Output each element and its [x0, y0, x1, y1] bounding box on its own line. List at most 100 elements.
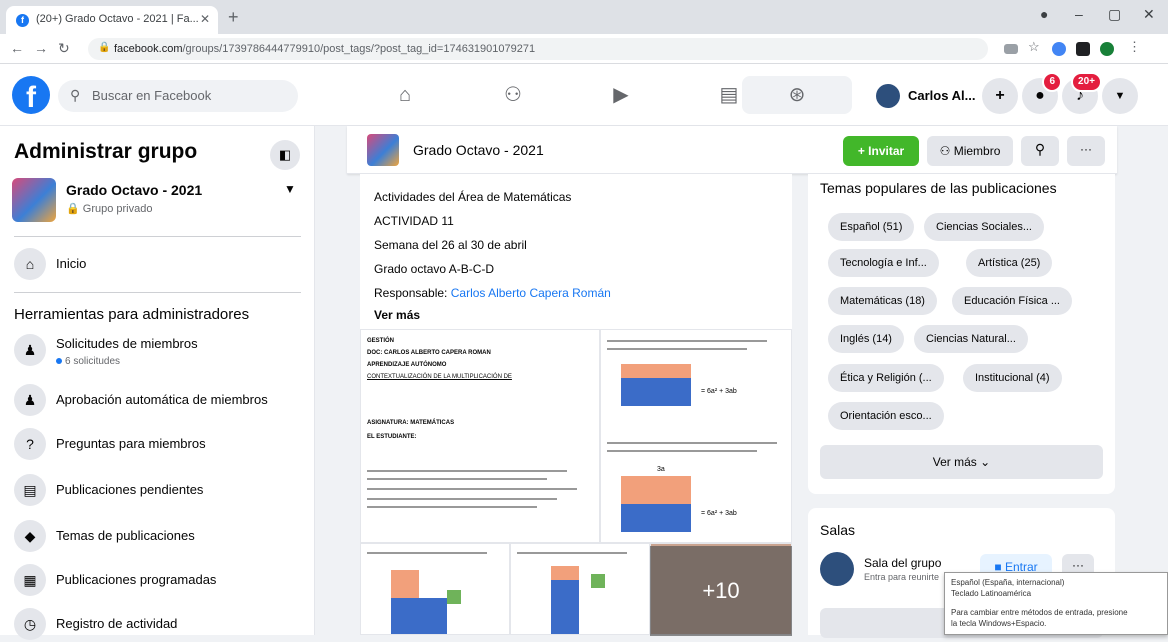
clock-icon: ◷ — [14, 608, 46, 640]
photo-worksheet-2[interactable]: = 6a² + 3ab 3a = 6a² + 3ab — [600, 329, 792, 543]
home-icon[interactable]: ⌂ — [350, 76, 460, 114]
tooltip-line: Para cambiar entre métodos de entrada, p… — [951, 608, 1128, 617]
back-icon[interactable]: ← — [10, 40, 24, 56]
avatar-icon[interactable] — [1100, 42, 1114, 56]
messenger-badge: 6 — [1042, 72, 1062, 92]
sidebar-title: Administrar grupo — [14, 140, 198, 163]
facebook-logo-icon[interactable]: f — [12, 76, 50, 114]
groups-icon[interactable]: ⊛ — [742, 76, 852, 114]
room-avatar — [820, 552, 854, 586]
reload-icon[interactable]: ↻ — [58, 40, 70, 57]
sidebar-item-auto-approval[interactable]: ♟ Aprobación automática de miembros — [14, 382, 304, 418]
doc-text: DOC: CARLOS ALBERTO CAPERA ROMAN — [367, 350, 491, 356]
more-photos-overlay[interactable]: +10 — [650, 546, 792, 636]
watch-icon[interactable]: ▶ — [566, 76, 676, 114]
room-subtitle: Entra para reunirte — [864, 572, 940, 582]
responsable-label: Responsable: — [374, 286, 448, 300]
dot-icon — [56, 358, 62, 364]
photo-worksheet-3[interactable] — [360, 543, 510, 635]
topic-chip[interactable]: Inglés (14) — [828, 325, 904, 353]
person-check-icon: ♟ — [14, 384, 46, 416]
topic-chip[interactable]: Orientación esco... — [828, 402, 944, 430]
close-window-icon[interactable]: ✕ — [1143, 6, 1155, 23]
post-photos: GESTIÓN DOC: CARLOS ALBERTO CAPERA ROMAN… — [360, 329, 792, 636]
search-input[interactable]: ⚲ Buscar en Facebook — [58, 80, 298, 112]
photo-worksheet-4[interactable] — [510, 543, 650, 635]
topic-chip[interactable]: Institucional (4) — [963, 364, 1062, 392]
topic-chip[interactable]: Educación Física ... — [952, 287, 1072, 315]
text-line — [607, 450, 757, 452]
browser-tab-bar: f (20+) Grado Octavo - 2021 | Fa... ✕ + … — [0, 0, 1168, 34]
notifications-icon[interactable]: ♪ 20+ — [1062, 72, 1102, 114]
sidebar-item-member-requests[interactable]: ♟ Solicitudes de miembros 6 solicitudes — [14, 332, 304, 368]
new-tab-icon[interactable]: + — [228, 7, 239, 28]
extension-icon[interactable] — [1052, 42, 1066, 56]
invite-button[interactable]: + Invitar — [843, 136, 919, 166]
search-group-icon[interactable]: ⚲ — [1021, 136, 1059, 166]
sidebar-item-label: Registro de actividad — [56, 616, 178, 631]
post-line: Semana del 26 al 30 de abril — [374, 238, 527, 252]
sidebar-item-pending-posts[interactable]: ▤ Publicaciones pendientes — [14, 472, 304, 508]
profile-button[interactable]: Carlos Al... — [868, 80, 985, 112]
doc-text: ASIGNATURA: MATEMÁTICAS — [367, 420, 455, 426]
tooltip-line — [951, 599, 1161, 607]
topic-chip[interactable]: Artística (25) — [966, 249, 1053, 277]
minimize-icon[interactable]: – — [1075, 6, 1083, 22]
facebook-top-bar: f ⚲ Buscar en Facebook ⌂ ⚇ ▶ ▤ ⊛ Carlos … — [0, 64, 1168, 126]
sidebar-item-label: Publicaciones pendientes — [56, 482, 204, 497]
sidebar-item-label: Solicitudes de miembros — [56, 336, 198, 351]
close-tab-icon[interactable]: ✕ — [200, 12, 210, 26]
topic-chip[interactable]: Ciencias Natural... — [914, 325, 1028, 353]
messenger-icon[interactable]: ● 6 — [1022, 72, 1062, 114]
group-header-name[interactable]: Grado Octavo - 2021 — [413, 142, 544, 158]
url-host: facebook.com — [114, 43, 183, 55]
text-line — [367, 470, 567, 472]
topic-chip[interactable]: Español (51) — [828, 213, 915, 241]
sidebar-collapse-icon[interactable]: ◧ — [270, 140, 300, 170]
browser-tab[interactable]: f (20+) Grado Octavo - 2021 | Fa... ✕ — [6, 6, 218, 34]
group-thumbnail[interactable] — [12, 178, 56, 222]
request-count: 6 solicitudes — [56, 356, 120, 367]
sidebar-item-post-topics[interactable]: ◆ Temas de publicaciones — [14, 518, 304, 554]
maximize-icon[interactable]: ▢ — [1108, 6, 1121, 23]
dimension-label: 3a — [657, 466, 665, 473]
topic-chip[interactable]: Matemáticas (18) — [828, 287, 937, 315]
topic-chip[interactable]: Tecnología e Inf... — [828, 249, 939, 277]
url-path: /groups/1739786444779910/post_tags/?post… — [182, 43, 536, 55]
puzzle-icon[interactable] — [1076, 42, 1090, 56]
group-thumbnail[interactable] — [367, 134, 399, 166]
topic-chip[interactable]: Ciencias Sociales... — [924, 213, 1044, 241]
photo-worksheet-1[interactable]: GESTIÓN DOC: CARLOS ALBERTO CAPERA ROMAN… — [360, 329, 600, 543]
member-button[interactable]: ⚇ Miembro — [927, 136, 1013, 166]
responsable-link[interactable]: Carlos Alberto Capera Román — [451, 286, 611, 300]
see-more-link[interactable]: Ver más — [374, 308, 420, 322]
sidebar-item-member-questions[interactable]: ? Preguntas para miembros — [14, 426, 304, 462]
forward-icon[interactable]: → — [34, 40, 48, 56]
sidebar-item-scheduled-posts[interactable]: ▦ Publicaciones programadas — [14, 562, 304, 598]
url-field[interactable]: 🔒 facebook.com/groups/1739786444779910/p… — [88, 38, 988, 60]
post-card: Actividades del Área de Matemáticas ACTI… — [360, 174, 792, 636]
sidebar-item-label: Aprobación automática de miembros — [56, 392, 268, 407]
sidebar-item-activity-log[interactable]: ◷ Registro de actividad — [14, 606, 304, 642]
create-icon[interactable]: + — [982, 78, 1018, 114]
caret-down-icon[interactable]: ▼ — [284, 182, 296, 196]
menu-dots-icon[interactable]: ⋮ — [1128, 39, 1142, 54]
group-name[interactable]: Grado Octavo - 2021 — [66, 182, 202, 198]
profile-circle-icon[interactable]: ● — [1040, 6, 1048, 22]
key-icon[interactable] — [1004, 44, 1018, 54]
sidebar-item-inicio[interactable]: ⌂ Inicio — [14, 246, 304, 282]
friends-icon[interactable]: ⚇ — [458, 76, 568, 114]
star-icon[interactable]: ☆ — [1028, 39, 1042, 54]
doc-text: APRENDIZAJE AUTÓNOMO — [367, 362, 447, 368]
topic-chip[interactable]: Ética y Religión (... — [828, 364, 944, 392]
more-options-icon[interactable]: ··· — [1067, 136, 1105, 166]
text-line — [367, 498, 557, 500]
home-icon: ⌂ — [14, 248, 46, 280]
search-placeholder: Buscar en Facebook — [92, 88, 212, 103]
post-line: Grado octavo A-B-C-D — [374, 262, 495, 276]
profile-name: Carlos Al... — [908, 88, 976, 103]
request-count-text: 6 solicitudes — [65, 356, 121, 367]
address-bar: ← → ↻ 🔒 facebook.com/groups/173978644477… — [0, 34, 1168, 64]
see-more-topics-button[interactable]: Ver más ⌄ — [820, 445, 1103, 479]
account-menu-icon[interactable]: ▼ — [1102, 78, 1138, 114]
